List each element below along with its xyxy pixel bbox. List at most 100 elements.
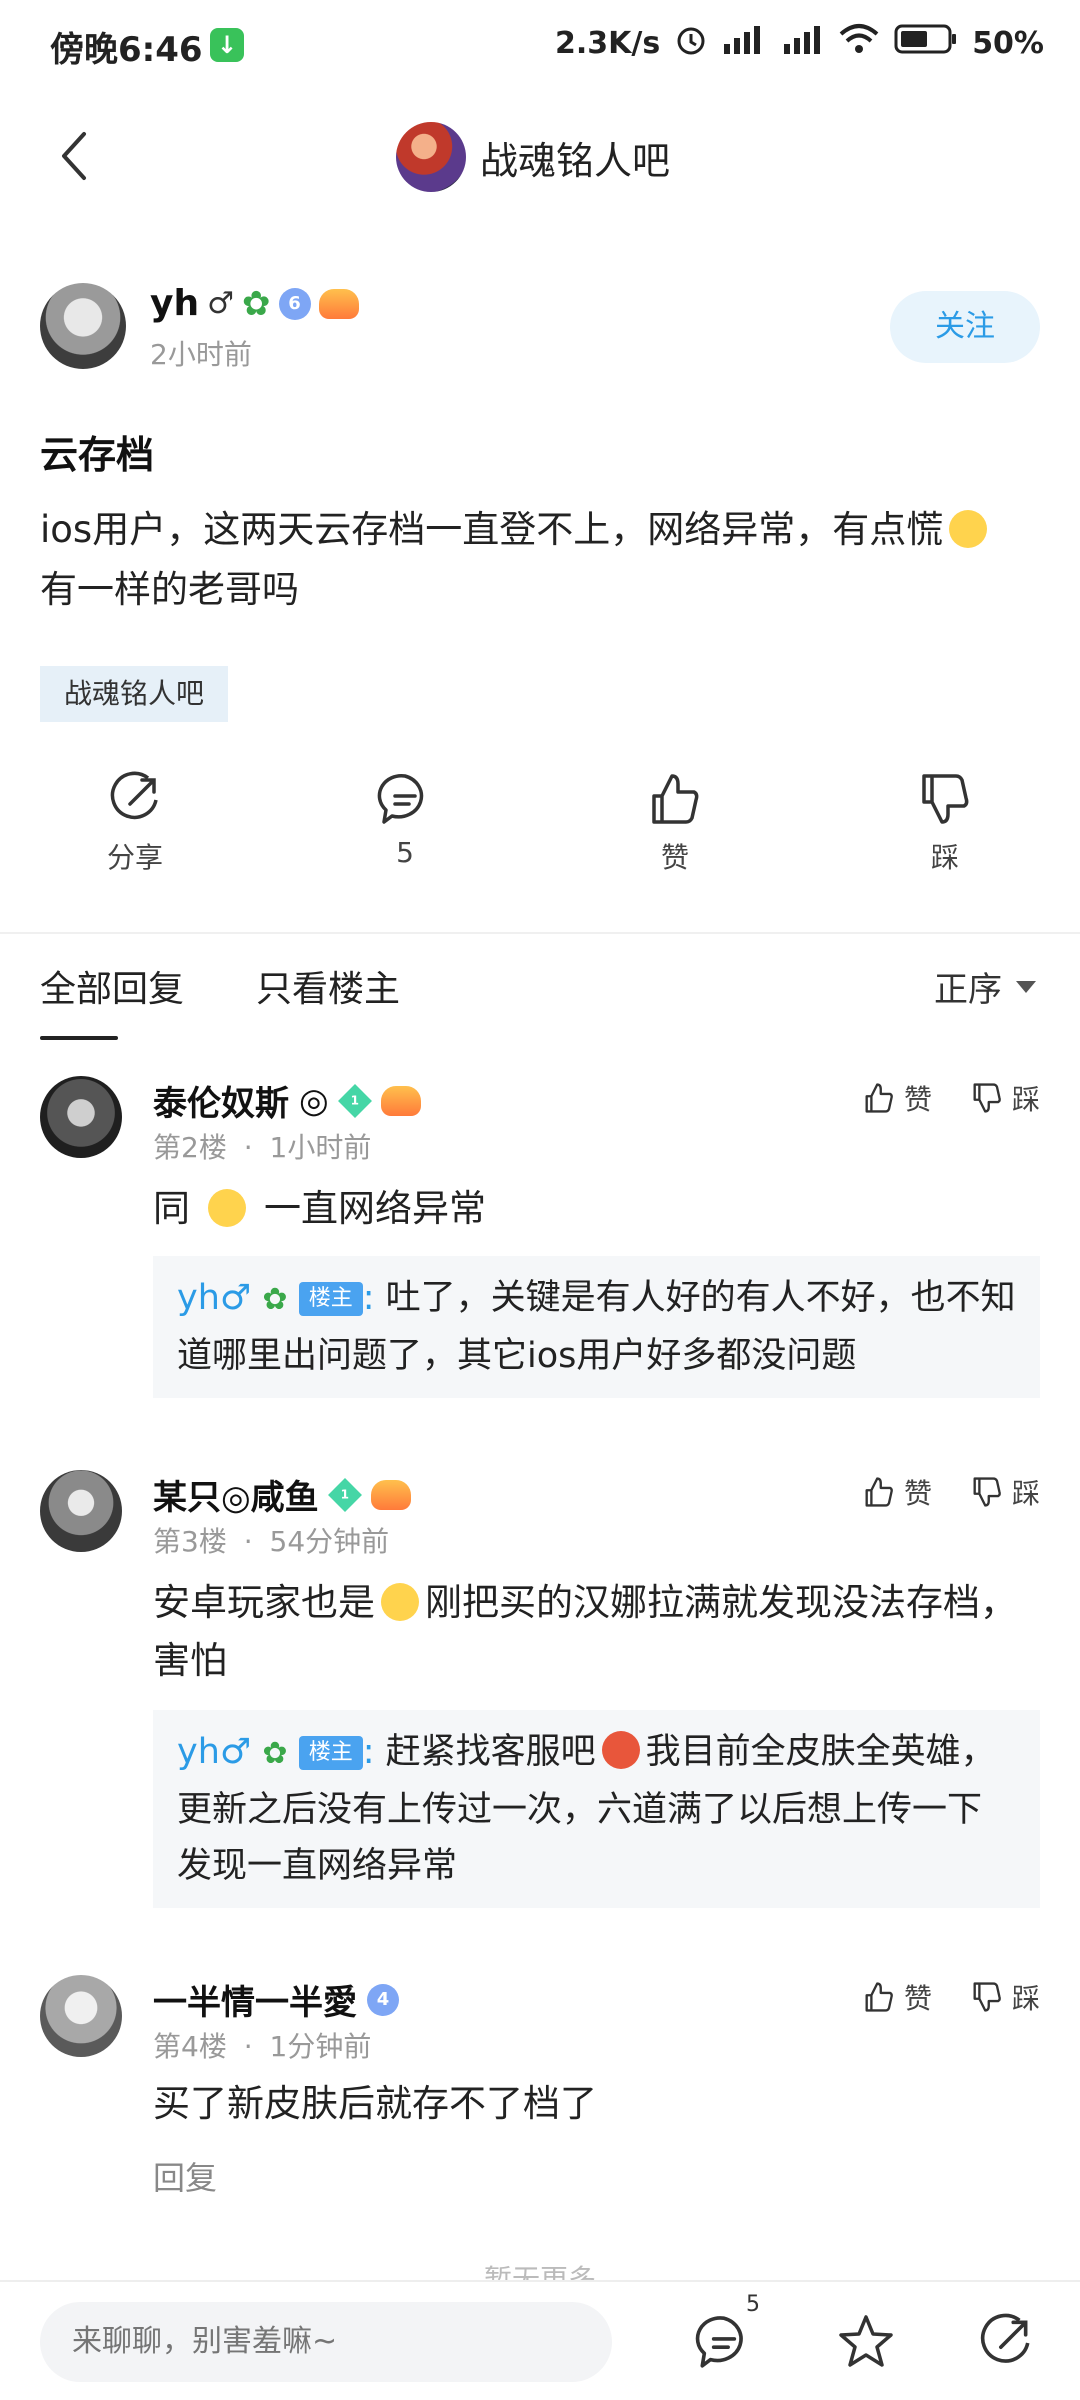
- signal-icon: [782, 22, 824, 64]
- forum-header[interactable]: 战魂铭人吧: [396, 122, 670, 192]
- back-button[interactable]: [48, 126, 108, 186]
- back-arrow-icon: [62, 132, 86, 180]
- commenter-name-row[interactable]: 一半情一半愛 4: [153, 1975, 399, 2024]
- floor-number: 第2楼: [153, 1131, 227, 1164]
- share-label: 分享: [106, 841, 163, 874]
- status-right: 2.3K/s 50%: [555, 22, 1044, 64]
- like-label: 赞: [903, 1477, 932, 1510]
- scared-emoji-icon: [949, 510, 988, 548]
- download-icon: ↓: [210, 28, 244, 62]
- comment-dislike-button[interactable]: 踩: [970, 1977, 1040, 2017]
- comment-text-part: 安卓玩家也是: [153, 1581, 375, 1624]
- sort-dropdown[interactable]: 正序: [934, 962, 1036, 1011]
- sub-reply-author[interactable]: yh♂: [177, 1732, 251, 1772]
- comment-meta: 第2楼 · 1小时前: [153, 1126, 371, 1166]
- dislike-button[interactable]: 踩: [810, 770, 1080, 890]
- tab-owner-only[interactable]: 只看楼主: [256, 960, 400, 1012]
- comment-time: 54分钟前: [269, 1525, 390, 1558]
- favorite-button[interactable]: [836, 2312, 896, 2376]
- comment-like-button[interactable]: 赞: [862, 1977, 932, 2017]
- forum-avatar: [396, 122, 466, 192]
- section-divider: [0, 932, 1080, 934]
- thumb-down-icon: [973, 1982, 1001, 2012]
- comment-text: 买了新皮肤后就存不了档了: [153, 2082, 597, 2125]
- like-label: 赞: [903, 1083, 932, 1116]
- comment-votes: 赞 踩: [862, 1472, 1040, 1512]
- thumb-up-icon: [865, 1083, 893, 1113]
- meta-dot: ·: [243, 1131, 253, 1164]
- reply-input[interactable]: [40, 2302, 612, 2382]
- comment-meta: 第4楼 · 1分钟前: [153, 2025, 371, 2065]
- sub-reply-author[interactable]: yh♂: [177, 1278, 251, 1318]
- like-button[interactable]: 赞: [540, 770, 810, 890]
- tab-all-replies[interactable]: 全部回复: [40, 960, 184, 1012]
- comment-icon: [695, 2316, 743, 2368]
- avatar[interactable]: [40, 1076, 122, 1158]
- comment-like-button[interactable]: 赞: [862, 1472, 932, 1512]
- thumb-up-icon: [652, 774, 699, 824]
- avatar[interactable]: [40, 283, 126, 369]
- post-author: yh ♂ ✿ 6 2小时前 关注: [40, 283, 1040, 373]
- angry-emoji-icon: [601, 1731, 640, 1769]
- member-icon: [318, 288, 359, 319]
- battery-icon: [894, 22, 958, 64]
- status-time: 傍晚6:46: [50, 30, 203, 70]
- status-bar: 傍晚6:46 ↓ 2.3K/s 50%: [0, 0, 1080, 90]
- share-icon: [110, 771, 158, 820]
- star-icon: [839, 2315, 893, 2367]
- dislike-label: 踩: [1011, 1083, 1040, 1116]
- post-body: ios用户，这两天云存档一直登不上，网络异常，有点慌 有一样的老哥吗: [40, 500, 1050, 620]
- follow-button[interactable]: 关注: [890, 291, 1040, 363]
- sub-reply[interactable]: yh♂ ✿ 楼主: 赶紧找客服吧 我目前全皮肤全英雄，更新之后没有上传过一次，六道…: [153, 1710, 1040, 1908]
- commenter-name: 一半情一半愛: [153, 1983, 357, 2023]
- caret-down-icon: [1016, 980, 1036, 993]
- sub-reply-colon: :: [362, 1278, 375, 1318]
- forum-title: 战魂铭人吧: [480, 138, 671, 183]
- comment-like-button[interactable]: 赞: [862, 1078, 932, 1118]
- comment-dislike-button[interactable]: 踩: [970, 1078, 1040, 1118]
- comment-text: 同 一直网络异常: [153, 1180, 1043, 1238]
- clover-icon: ✿: [262, 1736, 288, 1771]
- level-badge: 1: [337, 1083, 372, 1118]
- comment-icon: [377, 773, 424, 824]
- commenter-name-suffix: ◎: [299, 1080, 329, 1121]
- comment-dislike-button[interactable]: 踩: [970, 1472, 1040, 1512]
- post-body-text: 有一样的老哥吗: [40, 568, 299, 611]
- floor-number: 第4楼: [153, 2030, 227, 2063]
- commenter-name-row[interactable]: 某只◎咸鱼 1: [153, 1470, 411, 1519]
- reply-button[interactable]: 回复: [153, 2153, 217, 2199]
- sub-reply[interactable]: yh♂ ✿ 楼主: 吐了，关键是有人好的有人不好，也不知道哪里出问题了，其它io…: [153, 1256, 1040, 1398]
- avatar[interactable]: [40, 1975, 122, 2057]
- active-tab-indicator: [40, 1036, 118, 1040]
- thumb-down-icon: [973, 1083, 1001, 1113]
- battery-percent: 50%: [972, 25, 1044, 61]
- avatar[interactable]: [40, 1470, 122, 1552]
- comment-time: 1分钟前: [269, 2030, 372, 2063]
- comment-count-badge: 5: [746, 2292, 760, 2317]
- author-name-row[interactable]: yh ♂ ✿ 6: [150, 283, 359, 324]
- comments-button[interactable]: [694, 2312, 754, 2376]
- signal-icon: [722, 22, 768, 64]
- comment-time: 1小时前: [269, 1131, 372, 1164]
- comment-item: 泰伦奴斯 ◎ 1 第2楼 · 1小时前 赞 踩 同 一直网络异常 yh♂ ✿ 楼主…: [40, 1076, 1043, 1398]
- owner-badge: 楼主: [298, 1736, 363, 1770]
- share-button[interactable]: 分享: [0, 770, 270, 890]
- dislike-label: 踩: [1011, 1477, 1040, 1510]
- sub-reply-text: 赶紧找客服吧: [374, 1732, 596, 1772]
- male-icon: ♂: [207, 286, 235, 321]
- comment-text: 安卓玩家也是 刚把买的汉娜拉满就发现没法存档，害怕: [153, 1574, 1043, 1690]
- top-nav: 战魂铭人吧: [0, 110, 1080, 200]
- sub-reply-colon: :: [362, 1732, 375, 1772]
- comment-text-part: 一直网络异常: [264, 1187, 486, 1230]
- comment-votes: 赞 踩: [862, 1078, 1040, 1118]
- commenter-name: 某只◎咸鱼: [153, 1478, 319, 1518]
- post-actions: 分享 5 赞 踩: [0, 770, 1080, 890]
- comment-button[interactable]: 5: [270, 770, 540, 890]
- forum-tag[interactable]: 战魂铭人吧: [40, 666, 229, 722]
- meta-dot: ·: [243, 1525, 253, 1558]
- share-button[interactable]: [976, 2312, 1036, 2376]
- commenter-name-row[interactable]: 泰伦奴斯 ◎ 1: [153, 1076, 421, 1125]
- wifi-icon: [838, 22, 880, 64]
- thumb-down-icon: [973, 1477, 1001, 1507]
- network-speed: 2.3K/s: [554, 25, 661, 61]
